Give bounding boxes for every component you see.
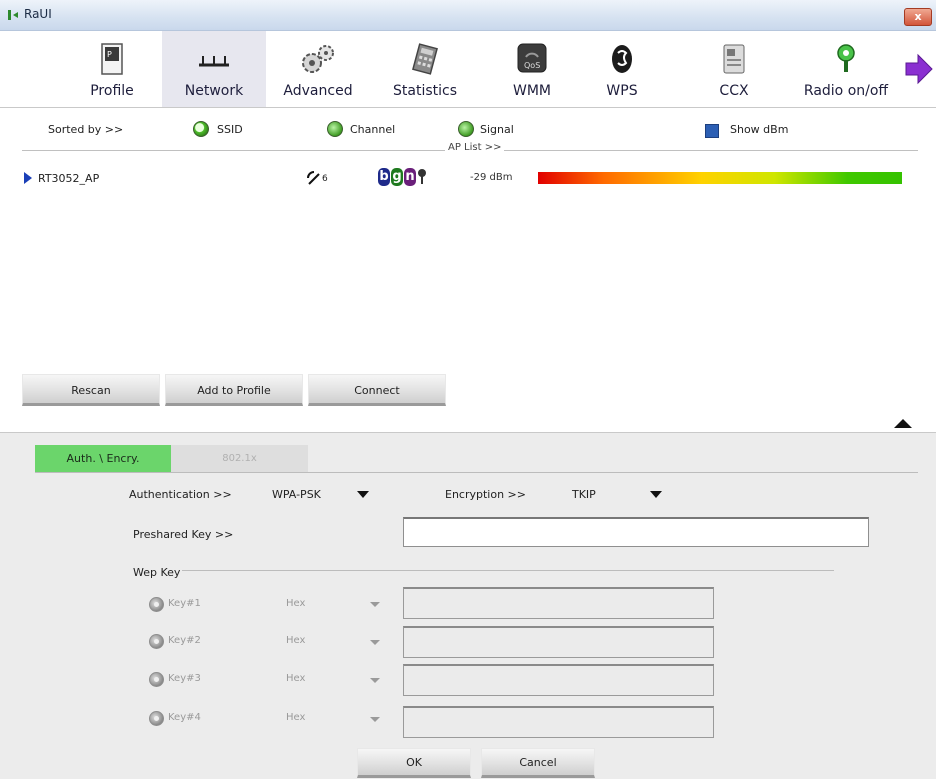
collapse-toggle[interactable] <box>876 414 928 434</box>
key1-input[interactable] <box>403 587 714 619</box>
next-arrow-icon[interactable] <box>904 53 934 85</box>
key1-radio[interactable] <box>149 597 164 612</box>
gears-icon <box>302 45 334 73</box>
sorted-by-label: Sorted by >> <box>48 123 124 136</box>
toolbar-ccx[interactable]: CCX <box>704 31 764 107</box>
mode-g-badge: g <box>391 168 403 186</box>
ap-signal-dbm: -29 dBm <box>470 172 513 183</box>
svg-text:P: P <box>107 50 112 59</box>
key3-input[interactable] <box>403 664 714 696</box>
wep-key-label: Wep Key <box>133 566 185 579</box>
key2-radio[interactable] <box>149 634 164 649</box>
app-icon <box>8 10 18 20</box>
connect-button[interactable]: Connect <box>308 374 446 406</box>
key3-radio[interactable] <box>149 672 164 687</box>
toolbar-statistics[interactable]: Statistics <box>378 31 472 107</box>
toolbar-profile[interactable]: P Profile <box>72 31 152 107</box>
signal-strength-bar <box>538 172 902 184</box>
wep-divider <box>182 570 834 571</box>
rescan-button[interactable]: Rescan <box>22 374 160 406</box>
key2-label: Key#2 <box>168 635 201 646</box>
ap-channel: 6 <box>322 174 328 184</box>
ap-row[interactable]: RT3052_AP 6 bgn -29 dBm <box>22 168 918 188</box>
preshared-key-input[interactable] <box>403 517 869 547</box>
sort-channel-label: Channel <box>350 123 396 136</box>
main-toolbar: P Profile Network Advanced Statistics Qo… <box>0 31 936 108</box>
mode-b-badge: b <box>378 168 390 186</box>
toolbar-advanced-label: Advanced <box>283 83 353 99</box>
mode-n-badge: n <box>404 168 416 186</box>
raui-window: RaUI x P Profile Network Advanced Statis… <box>0 0 936 779</box>
key-icon <box>418 169 426 184</box>
wps-icon <box>612 45 632 73</box>
add-to-profile-button[interactable]: Add to Profile <box>165 374 303 406</box>
toolbar-profile-label: Profile <box>90 83 134 99</box>
cancel-button[interactable]: Cancel <box>481 748 595 778</box>
key3-format[interactable]: Hex <box>286 673 305 684</box>
key4-dropdown-icon[interactable] <box>370 717 380 722</box>
key4-radio[interactable] <box>149 711 164 726</box>
toolbar-wps[interactable]: WPS <box>586 31 658 107</box>
toolbar-radio-label: Radio on/off <box>803 83 889 99</box>
sort-signal-radio[interactable] <box>458 121 474 137</box>
ap-modes: bgn <box>378 168 427 186</box>
show-dbm-label: Show dBm <box>730 123 789 136</box>
close-button[interactable]: x <box>904 8 932 26</box>
ok-button[interactable]: OK <box>357 748 471 778</box>
key2-dropdown-icon[interactable] <box>370 640 380 645</box>
toolbar-network-label: Network <box>184 83 244 99</box>
channel-icon <box>307 171 320 185</box>
authentication-label: Authentication >> <box>129 488 232 501</box>
authentication-value[interactable]: WPA-PSK <box>272 488 321 501</box>
key4-format[interactable]: Hex <box>286 712 305 723</box>
key2-input[interactable] <box>403 626 714 658</box>
key3-dropdown-icon[interactable] <box>370 678 380 683</box>
encryption-label: Encryption >> <box>445 488 526 501</box>
list-button-bar: Rescan Add to Profile Connect <box>22 374 918 408</box>
sort-signal-label: Signal <box>480 123 514 136</box>
authentication-dropdown-icon[interactable] <box>357 491 369 498</box>
ap-ssid: RT3052_AP <box>38 172 100 185</box>
toolbar-radio-onoff[interactable]: Radio on/off <box>786 31 906 107</box>
toolbar-wmm[interactable]: QoS WMM <box>496 31 568 107</box>
key4-label: Key#4 <box>168 712 201 723</box>
network-icon <box>199 56 229 67</box>
key4-input[interactable] <box>403 706 714 738</box>
toolbar-wmm-label: WMM <box>512 83 551 99</box>
collapse-up-icon <box>894 419 912 428</box>
show-dbm-checkbox[interactable] <box>705 124 719 138</box>
calculator-icon <box>412 43 438 75</box>
window-title: RaUI <box>24 7 52 21</box>
key2-format[interactable]: Hex <box>286 635 305 646</box>
toolbar-statistics-label: Statistics <box>393 83 457 99</box>
sort-ssid-radio[interactable] <box>193 121 209 137</box>
toolbar-advanced[interactable]: Advanced <box>272 31 364 107</box>
toolbar-ccx-label: CCX <box>719 83 749 99</box>
radio-icon <box>837 44 855 72</box>
preshared-key-label: Preshared Key >> <box>133 528 234 541</box>
key3-label: Key#3 <box>168 673 201 684</box>
encryption-value[interactable]: TKIP <box>572 488 596 501</box>
profile-icon: P <box>101 43 123 75</box>
key1-format[interactable]: Hex <box>286 598 305 609</box>
toolbar-wps-label: WPS <box>606 83 638 99</box>
sort-ssid-label: SSID <box>217 123 243 136</box>
ccx-icon <box>723 44 745 74</box>
svg-text:QoS: QoS <box>524 61 540 70</box>
key1-label: Key#1 <box>168 598 201 609</box>
tab-auth-encry[interactable]: Auth. \ Encry. <box>35 445 171 473</box>
selected-arrow-icon <box>24 172 32 184</box>
key1-dropdown-icon[interactable] <box>370 602 380 607</box>
tab-8021x[interactable]: 802.1x <box>171 445 308 473</box>
title-bar: RaUI x <box>0 0 936 31</box>
aplist-header: AP List >> <box>445 142 505 153</box>
toolbar-network[interactable]: Network <box>162 31 266 107</box>
ap-list: RT3052_AP 6 bgn -29 dBm <box>22 156 918 366</box>
encryption-dropdown-icon[interactable] <box>650 491 662 498</box>
qos-icon: QoS <box>517 43 547 73</box>
tab-divider <box>35 472 918 473</box>
sort-channel-radio[interactable] <box>327 121 343 137</box>
